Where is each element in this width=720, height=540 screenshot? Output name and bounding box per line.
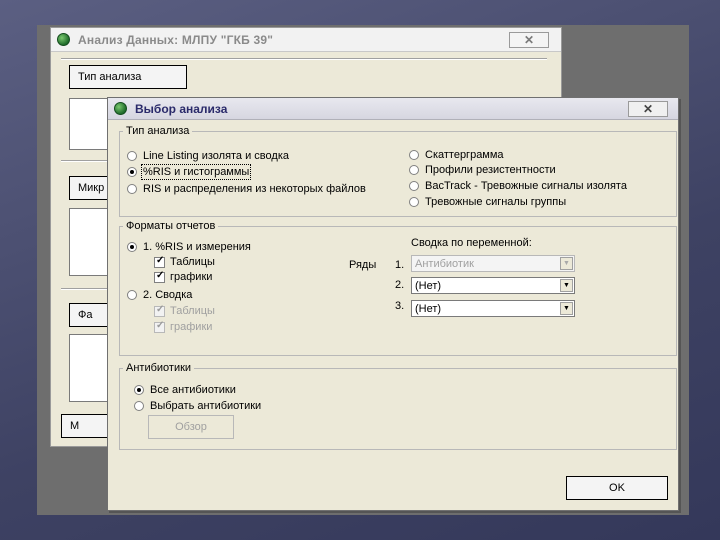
radio-label: Профили резистентности — [425, 164, 556, 176]
back-close-button[interactable]: ✕ — [509, 32, 549, 48]
ok-button[interactable]: OK — [566, 476, 668, 500]
combo-value: (Нет) — [415, 279, 442, 292]
radio-button-selected[interactable] — [127, 167, 137, 177]
report-formats-legend: Форматы отчетов — [126, 220, 216, 232]
radio-format-summary[interactable]: 2. Сводка — [127, 289, 192, 301]
micro-button-label: Микр — [78, 182, 105, 194]
variable-num-3: 3. — [395, 300, 405, 312]
summary-variable-label: Сводка по переменной: — [411, 237, 532, 249]
checkbox — [154, 320, 165, 333]
checkbox-label: Таблицы — [170, 305, 215, 317]
analysis-selection-dialog: Выбор анализа ✕ Тип анализа Line Listing… — [107, 97, 679, 511]
analysis-type-button-label: Тип анализа — [78, 71, 142, 83]
radio-label: Выбрать антибиотики — [150, 400, 262, 412]
variable-select-2[interactable]: (Нет) ▼ — [411, 277, 575, 294]
chevron-down-icon[interactable]: ▼ — [560, 302, 573, 315]
check-charts-disabled: графики — [154, 320, 213, 333]
radio-choose-antibiotics[interactable]: Выбрать антибиотики — [134, 400, 261, 412]
rows-label: Ряды — [349, 259, 377, 271]
back-window-titlebar: Анализ Данных: МЛПУ "ГКБ 39" — [51, 28, 561, 52]
variable-num-1: 1. — [395, 259, 405, 271]
checkbox-label: графики — [170, 321, 213, 333]
radio-label: 2. Сводка — [143, 289, 193, 301]
ok-button-label: OK — [609, 482, 625, 494]
radio-label: Line Listing изолята и сводка — [143, 150, 289, 162]
combo-value: (Нет) — [415, 302, 442, 315]
analysis-type-button[interactable]: Тип анализа — [69, 65, 187, 89]
radio-button[interactable] — [409, 181, 419, 191]
antibiotics-legend: Антибиотики — [126, 362, 192, 374]
radio-bactrack[interactable]: BacTrack - Тревожные сигналы изолята — [409, 180, 627, 192]
chevron-down-icon[interactable]: ▼ — [560, 279, 573, 292]
variable-select-1: Антибиотик ▼ — [411, 255, 575, 272]
radio-ris-distributions[interactable]: RIS и распределения из некоторых файлов — [127, 183, 366, 195]
radio-label: BacTrack - Тревожные сигналы изолята — [425, 180, 627, 192]
fa-button-label: Фа — [78, 309, 93, 321]
checkbox[interactable] — [154, 255, 165, 268]
analysis-type-legend: Тип анализа — [126, 125, 190, 137]
radio-label: Тревожные сигналы группы — [425, 196, 567, 208]
radio-button-selected[interactable] — [134, 385, 144, 395]
radio-button[interactable] — [409, 197, 419, 207]
combo-value: Антибиотик — [415, 257, 474, 270]
radio-button[interactable] — [134, 401, 144, 411]
browse-button-label: Обзор — [175, 421, 207, 433]
back-list-panel-3 — [69, 334, 109, 402]
radio-button[interactable] — [409, 165, 419, 175]
radio-button[interactable] — [127, 184, 137, 194]
globe-icon — [114, 102, 127, 115]
radio-group-alerts[interactable]: Тревожные сигналы группы — [409, 196, 566, 208]
radio-label: Скаттерграмма — [425, 149, 504, 161]
radio-button[interactable] — [409, 150, 419, 160]
variable-select-3[interactable]: (Нет) ▼ — [411, 300, 575, 317]
back-window-title: Анализ Данных: МЛПУ "ГКБ 39" — [78, 32, 274, 47]
radio-line-listing[interactable]: Line Listing изолята и сводка — [127, 150, 289, 162]
chevron-down-icon: ▼ — [560, 257, 573, 270]
radio-label: %RIS и гистограммы — [140, 164, 252, 180]
radio-label: 1. %RIS и измерения — [143, 241, 251, 253]
radio-button-selected[interactable] — [127, 242, 137, 252]
checkbox-label: графики — [170, 271, 213, 283]
checkbox — [154, 304, 165, 317]
globe-icon — [57, 33, 70, 46]
back-separator — [61, 58, 547, 60]
back-list-panel-2 — [69, 208, 109, 276]
checkbox[interactable] — [154, 270, 165, 283]
radio-scattergram[interactable]: Скаттерграмма — [409, 149, 504, 161]
variable-num-2: 2. — [395, 279, 405, 291]
radio-label: Все антибиотики — [150, 384, 236, 396]
radio-label: RIS и распределения из некоторых файлов — [143, 183, 366, 195]
checkbox-label: Таблицы — [170, 256, 215, 268]
dialog-titlebar: Выбор анализа — [108, 98, 678, 120]
browse-button: Обзор — [148, 415, 234, 439]
dialog-close-button[interactable]: ✕ — [628, 101, 668, 117]
radio-ris-histograms[interactable]: %RIS и гистограммы — [127, 164, 252, 180]
check-charts[interactable]: графики — [154, 270, 213, 283]
check-tables-disabled: Таблицы — [154, 304, 215, 317]
radio-all-antibiotics[interactable]: Все антибиотики — [134, 384, 236, 396]
radio-button[interactable] — [127, 290, 137, 300]
m-button-label: М — [70, 420, 80, 432]
dialog-title: Выбор анализа — [135, 101, 228, 116]
radio-format-ris[interactable]: 1. %RIS и измерения — [127, 241, 251, 253]
radio-button[interactable] — [127, 151, 137, 161]
radio-resistance-profiles[interactable]: Профили резистентности — [409, 164, 556, 176]
check-tables[interactable]: Таблицы — [154, 255, 215, 268]
